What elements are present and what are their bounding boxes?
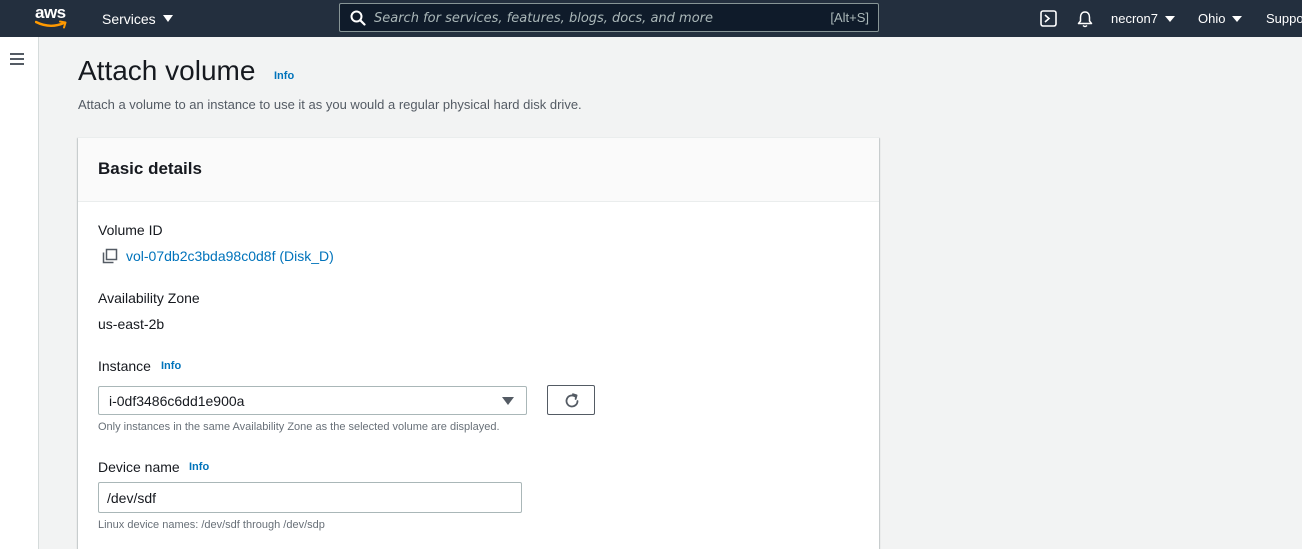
support-menu[interactable]: Support (1266, 0, 1302, 37)
global-search[interactable]: [Alt+S] (339, 3, 879, 32)
search-shortcut-hint: [Alt+S] (830, 10, 869, 25)
services-menu-button[interactable]: Services (102, 0, 173, 37)
aws-logo[interactable]: aws (35, 3, 71, 31)
basic-details-panel: Basic details Volume ID vol-07db2c3bda98… (78, 137, 879, 549)
bell-icon (1077, 10, 1093, 27)
refresh-icon (565, 393, 579, 408)
search-input[interactable] (374, 8, 804, 28)
device-name-label: Device name (98, 459, 180, 475)
device-name-info-link[interactable]: Info (189, 461, 209, 473)
account-menu[interactable]: necron7 (1111, 0, 1175, 37)
instance-label: Instance (98, 358, 151, 374)
refresh-button[interactable] (547, 385, 595, 415)
instance-select-value: i-0df3486c6dd1e900a (109, 393, 245, 409)
region-name: Ohio (1198, 11, 1226, 26)
caret-down-icon (502, 397, 514, 405)
page-title: Attach volume (78, 55, 256, 86)
volume-id-label: Volume ID (98, 222, 163, 238)
caret-down-icon (1164, 15, 1175, 22)
account-name: necron7 (1111, 11, 1158, 26)
top-navigation: aws Services [Alt+S] necron7 Oh (0, 0, 1302, 37)
page-description: Attach a volume to an instance to use it… (78, 97, 582, 112)
aws-smile-icon (35, 20, 67, 29)
caret-down-icon (1232, 15, 1243, 22)
region-menu[interactable]: Ohio (1198, 0, 1243, 37)
cloudshell-button[interactable] (1040, 0, 1057, 37)
cloudshell-icon (1040, 10, 1057, 27)
instance-hint: Only instances in the same Availability … (98, 421, 500, 433)
caret-down-icon (162, 15, 173, 22)
menu-icon[interactable] (10, 53, 25, 65)
availability-zone-value: us-east-2b (98, 316, 165, 332)
services-label: Services (102, 10, 156, 27)
device-name-hint: Linux device names: /dev/sdf through /de… (98, 519, 325, 531)
copy-icon[interactable] (102, 248, 118, 264)
instance-select[interactable]: i-0df3486c6dd1e900a (98, 386, 527, 415)
availability-zone-label: Availability Zone (98, 290, 200, 306)
panel-header: Basic details (78, 138, 879, 202)
side-navigation-rail (0, 37, 39, 549)
search-icon (350, 10, 366, 26)
volume-id-link[interactable]: vol-07db2c3bda98c0d8f (Disk_D) (126, 248, 334, 264)
panel-title: Basic details (98, 159, 202, 178)
device-name-input[interactable] (98, 482, 522, 513)
instance-info-link[interactable]: Info (161, 360, 181, 372)
notifications-button[interactable] (1076, 0, 1094, 37)
support-label: Support (1266, 11, 1302, 26)
title-info-link[interactable]: Info (274, 70, 294, 82)
